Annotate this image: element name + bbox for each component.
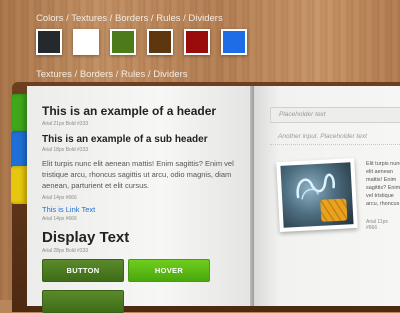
section-heading-textures: Textures / Borders / Rules / Dividers <box>36 69 188 80</box>
swatch-dark[interactable] <box>36 29 62 55</box>
photo-frame <box>276 158 358 232</box>
display-text: Display Text <box>42 229 130 246</box>
example-link[interactable]: This is Link Text <box>42 205 95 214</box>
swatch-white[interactable] <box>73 29 99 55</box>
swatch-red[interactable] <box>184 29 210 55</box>
swatch-green[interactable] <box>110 29 136 55</box>
book-spine <box>250 86 254 306</box>
paragraph-meta: Arial 14px #666 <box>42 195 77 201</box>
example-button-secondary[interactable] <box>42 290 124 313</box>
example-header: This is an example of a header <box>42 104 217 118</box>
photo-image <box>280 162 354 228</box>
honeycomb-icon <box>320 198 348 222</box>
swatch-brown[interactable] <box>147 29 173 55</box>
tab-green[interactable] <box>11 94 27 132</box>
swatch-blue[interactable] <box>221 29 247 55</box>
body-paragraph: Elit turpis nunc elit aenean mattis! Eni… <box>42 159 234 190</box>
tab-blue[interactable] <box>11 131 27 169</box>
side-paragraph: Elit turpis nunc elit aenean mattis! Eni… <box>366 161 400 207</box>
side-meta: Arial 11px #666 <box>366 219 388 231</box>
tab-yellow[interactable] <box>11 166 27 204</box>
example-subheader: This is an example of a sub header <box>42 134 208 145</box>
hover-button[interactable]: HOVER <box>128 259 210 282</box>
another-input[interactable]: Another input. Placeholder text <box>270 130 400 145</box>
header-meta: Arial 21px Bold #333 <box>42 121 89 127</box>
display-meta: Arial 28px Bold #333 <box>42 248 89 254</box>
subheader-meta: Arial 18px Bold #333 <box>42 147 89 153</box>
link-meta: Arial 14px #666 <box>42 216 77 222</box>
section-heading-colors: Colors / Textures / Borders / Rules / Di… <box>36 13 223 24</box>
example-button[interactable]: BUTTON <box>42 259 124 282</box>
placeholder-input[interactable]: Placeholder text <box>270 107 400 123</box>
